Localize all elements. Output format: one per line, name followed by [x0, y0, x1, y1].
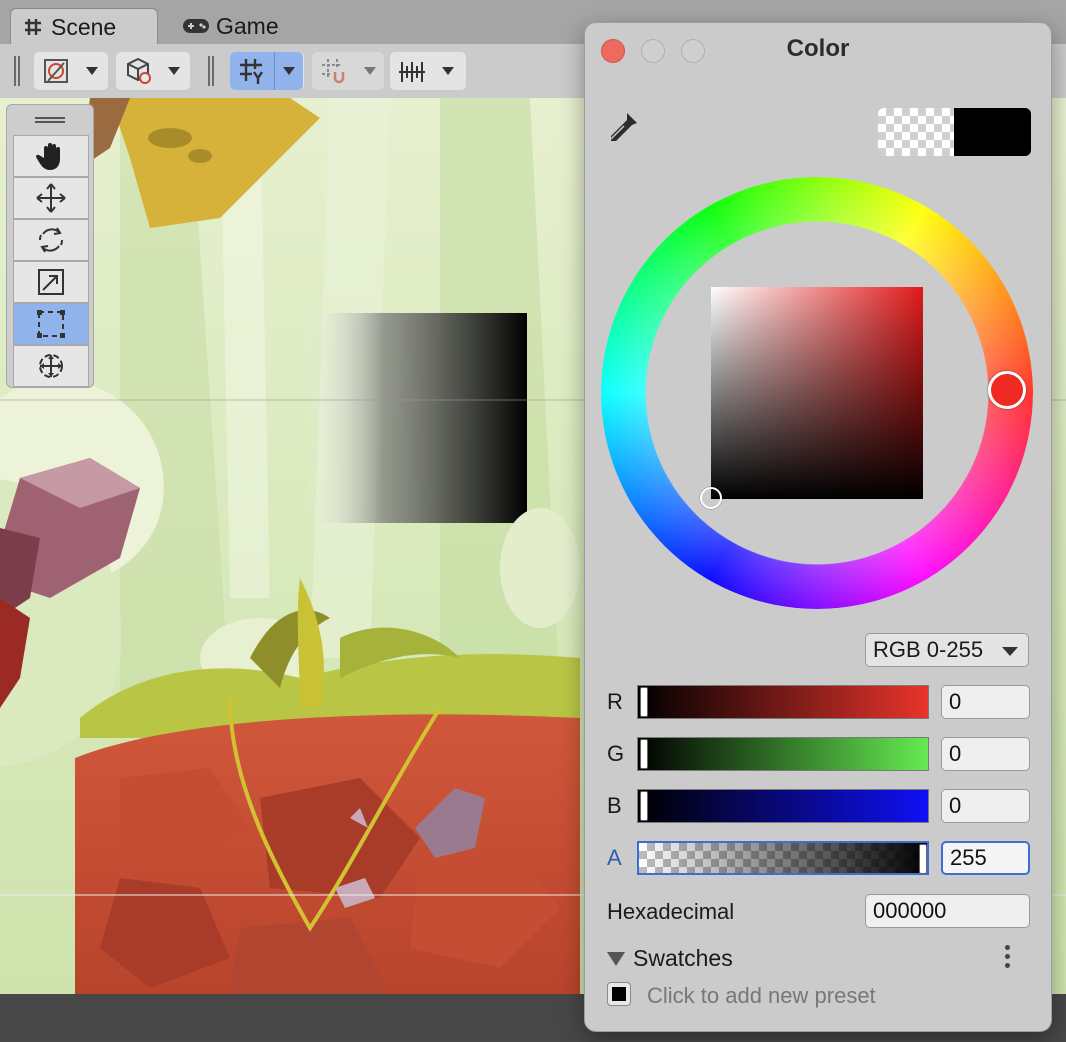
- channel-row-b: B 0: [585, 789, 1051, 825]
- move-tool-icon: [36, 183, 66, 213]
- preset-swatch[interactable]: [607, 982, 631, 1006]
- tab-scene[interactable]: Scene: [10, 8, 158, 45]
- grid-snap-button[interactable]: [230, 52, 304, 90]
- color-picker-window: Color RGB 0-255 R 0 G 0 B 0 A 255 Hexade…: [584, 22, 1052, 1032]
- channel-row-g: G 0: [585, 737, 1051, 773]
- channel-label: B: [607, 793, 622, 818]
- color-mode-dropdown[interactable]: RGB 0-255: [865, 633, 1029, 667]
- move-tool-button[interactable]: [13, 177, 89, 219]
- hand-tool-icon: [35, 143, 60, 170]
- rect-tool-icon: [37, 310, 65, 338]
- snap-increment-button[interactable]: [312, 52, 384, 90]
- tab-label: Scene: [51, 13, 117, 40]
- scale-tool-button[interactable]: [13, 261, 89, 303]
- color-mode-label: RGB 0-255: [873, 637, 984, 662]
- transform-tool-button[interactable]: [13, 345, 89, 387]
- slider-knob[interactable]: [640, 739, 648, 769]
- hex-value-field[interactable]: 000000: [865, 894, 1030, 928]
- ruler-icon: [399, 62, 425, 82]
- rect-tool-button[interactable]: [13, 303, 89, 345]
- channel-label: R: [607, 689, 623, 714]
- swatches-foldout[interactable]: Swatches: [607, 945, 733, 972]
- scene-view-options-button[interactable]: [116, 52, 190, 90]
- eyedropper-button[interactable]: [605, 109, 641, 150]
- rotate-tool-icon: [39, 227, 63, 253]
- scale-tool-icon: [38, 269, 64, 295]
- eyedropper-icon: [610, 113, 637, 141]
- hex-label: Hexadecimal: [607, 899, 735, 924]
- hand-tool-button[interactable]: [13, 135, 89, 177]
- previous-color-swatch[interactable]: [878, 108, 954, 156]
- saturation-value-square[interactable]: [711, 287, 923, 499]
- blue-value-field[interactable]: 0: [941, 789, 1030, 823]
- tools-palette: [6, 104, 94, 388]
- snap-increment-icon: [322, 59, 345, 84]
- foldout-triangle-icon: [607, 951, 625, 966]
- chevron-down-icon: [168, 67, 180, 75]
- channel-label: G: [607, 741, 625, 766]
- tab-game[interactable]: Game: [170, 8, 279, 44]
- chevron-down-icon: [283, 67, 295, 75]
- gamepad-icon: [183, 19, 209, 33]
- transform-tool-icon: [39, 354, 63, 378]
- kebab-menu-icon[interactable]: [1005, 945, 1011, 972]
- gizmo-draw-mode-button[interactable]: [34, 52, 108, 90]
- chevron-down-icon: [364, 67, 376, 75]
- channel-label: A: [607, 845, 622, 870]
- chevron-down-icon: [1002, 647, 1018, 656]
- color-preview-swatch: [878, 108, 1031, 156]
- grid-snap-icon: [240, 59, 263, 84]
- palette-drag-handle[interactable]: [35, 117, 65, 123]
- blue-slider[interactable]: [637, 789, 929, 823]
- saturation-value-handle[interactable]: [700, 487, 722, 509]
- current-color-swatch: [954, 108, 1031, 156]
- slider-knob[interactable]: [640, 687, 648, 717]
- chevron-down-icon: [86, 67, 98, 75]
- red-value-field[interactable]: 0: [941, 685, 1030, 719]
- add-preset-hint[interactable]: Click to add new preset: [647, 983, 876, 1009]
- toolbar-grip[interactable]: [14, 56, 20, 86]
- window-title: Color: [786, 35, 850, 62]
- green-slider[interactable]: [637, 737, 929, 771]
- cube-icon: [127, 57, 151, 84]
- hue-handle[interactable]: [988, 371, 1026, 409]
- chevron-down-icon: [442, 67, 454, 75]
- channel-row-a: A 255: [585, 841, 1051, 877]
- ruler-options-button[interactable]: [390, 52, 466, 90]
- alpha-value-field[interactable]: 255: [941, 841, 1030, 875]
- slider-knob[interactable]: [640, 791, 648, 821]
- red-slider[interactable]: [637, 685, 929, 719]
- tab-label: Game: [216, 12, 279, 39]
- toolbar-grip[interactable]: [208, 56, 214, 86]
- grid-icon: [25, 19, 41, 35]
- alpha-slider[interactable]: [637, 841, 929, 875]
- green-value-field[interactable]: 0: [941, 737, 1030, 771]
- gizmo-draw-icon: [44, 59, 68, 83]
- rotate-tool-button[interactable]: [13, 219, 89, 261]
- swatches-label: Swatches: [633, 945, 733, 971]
- channel-row-r: R 0: [585, 685, 1051, 721]
- slider-knob[interactable]: [919, 844, 927, 874]
